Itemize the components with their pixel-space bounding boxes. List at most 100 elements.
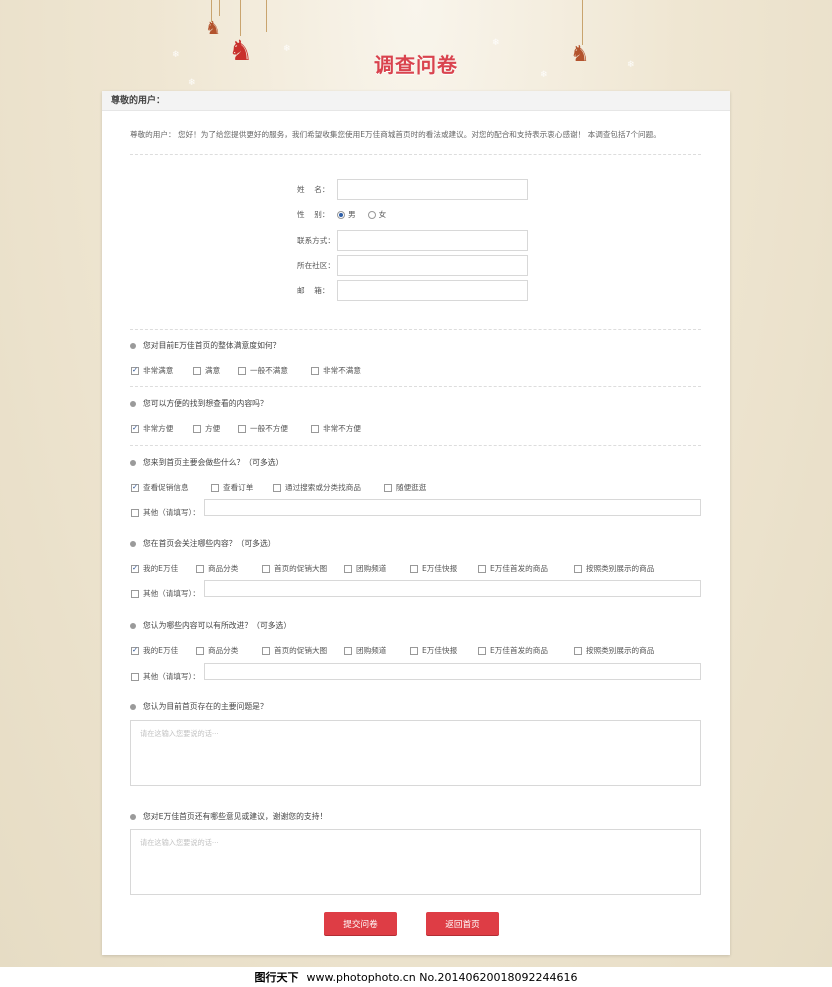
q2-option-1[interactable]: ✓ 非常方便 [131, 423, 193, 434]
q4-other: 其他（请填写）： [131, 580, 701, 599]
q1-option-2[interactable]: 满意 [193, 365, 238, 376]
q5-option-2[interactable]: 商品分类 [196, 645, 262, 656]
q4-other-input[interactable] [204, 580, 701, 597]
radio-dot-icon [367, 210, 376, 219]
q3-option-4[interactable]: 随便逛逛 [384, 482, 426, 493]
q7-answer-textarea[interactable] [130, 829, 701, 895]
checkbox-icon [131, 672, 139, 681]
q3-option-3[interactable]: 通过搜索或分类找商品 [273, 482, 384, 493]
checkbox-icon [344, 646, 352, 655]
intro-text: 尊敬的用户： 您好！为了给您提供更好的服务，我们希望收集您使用E万佳商城首页时的… [130, 130, 661, 139]
question-1: 您对目前E万佳首页的整体满意度如何？ [130, 340, 280, 351]
q5-option-7[interactable]: 按照类别展示的商品 [574, 645, 654, 656]
gender-female-radio[interactable]: 女 [367, 209, 386, 220]
q5-other-input[interactable] [204, 663, 701, 680]
q5-option-3[interactable]: 首页的促销大图 [262, 645, 344, 656]
contact-label: 联系方式： [297, 236, 335, 245]
name-field[interactable] [337, 179, 528, 200]
community-label: 所在社区： [297, 261, 335, 270]
q2-option-4[interactable]: 非常不方便 [311, 423, 361, 434]
q3-option-1[interactable]: ✓ 查看促销信息 [131, 482, 211, 493]
back-home-button[interactable]: 返回首页 [426, 912, 499, 935]
checkbox-icon [196, 564, 204, 573]
card-heading: 尊敬的用户： [102, 91, 730, 111]
q4-option-3[interactable]: 首页的促销大图 [262, 563, 344, 574]
checkbox-checked-icon: ✓ [131, 646, 139, 655]
q4-option-2[interactable]: 商品分类 [196, 563, 262, 574]
q5-option-1[interactable]: ✓ 我的E万佳 [131, 645, 196, 656]
checkbox-icon [262, 646, 270, 655]
checkbox-icon [131, 508, 139, 517]
q1-option-1[interactable]: ✓ 非常满意 [131, 365, 193, 376]
survey-card: 尊敬的用户： 尊敬的用户： 您好！为了给您提供更好的服务，我们希望收集您使用E万… [102, 91, 730, 955]
q4-option-6[interactable]: E万佳首发的商品 [478, 563, 574, 574]
q4-option-1[interactable]: ✓ 我的E万佳 [131, 563, 196, 574]
question-6: 您认为目前首页存在的主要问题是？ [130, 701, 268, 712]
divider [130, 386, 701, 387]
footer-text: www.photophoto.cn No.2014062001809224461… [306, 970, 578, 984]
checkbox-checked-icon: ✓ [131, 424, 139, 433]
q1-option-4[interactable]: 非常不满意 [311, 365, 361, 376]
checkbox-icon [262, 564, 270, 573]
checkbox-icon [410, 646, 418, 655]
q3-option-2[interactable]: 查看订单 [211, 482, 273, 493]
q3-other-option[interactable]: 其他（请填写）： [131, 507, 200, 518]
name-row: 姓 名： [297, 179, 528, 200]
q4-other-option[interactable]: 其他（请填写）： [131, 588, 200, 599]
q1-option-3[interactable]: 一般不满意 [238, 365, 311, 376]
watermark-logo: 图行天下 [254, 971, 299, 984]
question-4: 您在首页会关注哪些内容？（可多选） [130, 538, 276, 549]
q3-other-input[interactable] [204, 499, 701, 516]
submit-survey-button[interactable]: 提交问卷 [324, 912, 397, 935]
community-field[interactable] [337, 255, 528, 276]
checkbox-icon [311, 366, 319, 375]
question-2-options: ✓ 非常方便 方便 一般不方便 非常不方便 [131, 423, 361, 434]
question-5-options: ✓ 我的E万佳 商品分类 首页的促销大图 团购频道 E万佳快报 E万佳首发的商品 … [131, 645, 654, 656]
question-2: 您可以方便的找到想查看的内容吗？ [130, 398, 268, 409]
divider [130, 329, 701, 330]
gender-row: 性 别： 男 女 [297, 204, 398, 225]
bullet-icon [130, 703, 136, 710]
q2-option-2[interactable]: 方便 [193, 423, 238, 434]
bullet-icon [130, 459, 136, 466]
q5-option-6[interactable]: E万佳首发的商品 [478, 645, 574, 656]
q5-other-option[interactable]: 其他（请填写）： [131, 671, 200, 682]
checkbox-checked-icon: ✓ [131, 366, 139, 375]
q3-other: 其他（请填写）： [131, 499, 701, 518]
divider [130, 154, 701, 155]
q5-option-4[interactable]: 团购频道 [344, 645, 410, 656]
checkbox-icon [131, 589, 139, 598]
email-field[interactable] [337, 280, 528, 301]
bullet-icon [130, 813, 136, 820]
radio-dot-icon [337, 210, 345, 219]
gender-male-radio[interactable]: 男 [337, 209, 356, 220]
q4-option-7[interactable]: 按照类别展示的商品 [574, 563, 654, 574]
checkbox-checked-icon: ✓ [131, 483, 139, 492]
q2-option-3[interactable]: 一般不方便 [238, 423, 311, 434]
q6-answer-textarea[interactable] [130, 720, 701, 786]
divider [130, 445, 701, 446]
checkbox-icon [384, 483, 392, 492]
bullet-icon [130, 540, 136, 547]
q4-option-4[interactable]: 团购频道 [344, 563, 410, 574]
checkbox-icon [273, 483, 281, 492]
snowflake-icon: ❄ [188, 78, 196, 88]
checkbox-icon [574, 646, 582, 655]
checkbox-icon [410, 564, 418, 573]
bullet-icon [130, 342, 136, 349]
checkbox-icon [238, 424, 246, 433]
email-label: 邮 箱： [297, 286, 330, 295]
question-3-options: ✓ 查看促销信息 查看订单 通过搜索或分类找商品 随便逛逛 [131, 482, 426, 493]
question-1-options: ✓ 非常满意 满意 一般不满意 非常不满意 [131, 365, 361, 376]
q5-option-5[interactable]: E万佳快报 [410, 645, 478, 656]
question-4-options: ✓ 我的E万佳 商品分类 首页的促销大图 团购频道 E万佳快报 E万佳首发的商品 … [131, 563, 654, 574]
bullet-icon [130, 622, 136, 629]
question-7: 您对E万佳首页还有哪些意见或建议，谢谢您的支持！ [130, 811, 327, 822]
checkbox-icon [311, 424, 319, 433]
q4-option-5[interactable]: E万佳快报 [410, 563, 478, 574]
question-3: 您来到首页主要会做些什么？（可多选） [130, 457, 283, 468]
contact-field[interactable] [337, 230, 528, 251]
carousel-horse-icon: ♞ [205, 18, 222, 39]
checkbox-icon [344, 564, 352, 573]
community-row: 所在社区： [297, 255, 528, 276]
